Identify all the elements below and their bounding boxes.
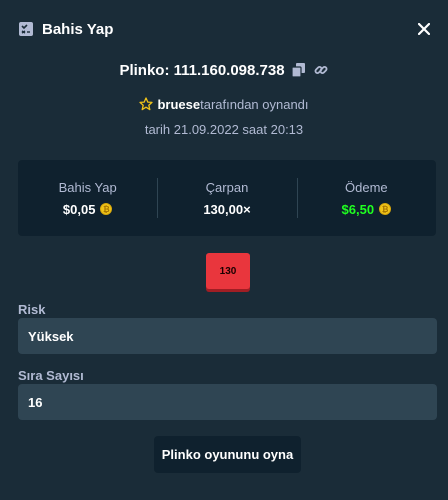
bet-label: Bahis Yap — [58, 179, 117, 195]
link-button[interactable] — [313, 62, 329, 78]
coin-icon: ₿ — [100, 203, 113, 215]
link-icon — [314, 66, 328, 74]
played-by-text: tarafından oynandı — [200, 96, 309, 112]
payout-value-row: $6,50 ₿ — [342, 202, 392, 217]
game-id-row: Plinko: 111.160.098.738 — [0, 58, 448, 82]
payout-label: Ödeme — [345, 179, 388, 195]
result-slot: 130 — [206, 253, 250, 289]
play-plinko-button[interactable]: Plinko oyununu oyna — [154, 436, 301, 473]
close-button[interactable] — [414, 19, 434, 39]
risk-label: Risk — [18, 302, 46, 317]
stat-bet: Bahis Yap $0,05 ₿ — [18, 160, 157, 236]
star-icon — [139, 97, 154, 111]
copy-icon — [292, 63, 306, 77]
modal-header: Bahis Yap — [0, 0, 448, 58]
rows-label: Sıra Sayısı — [18, 368, 84, 383]
bet-value-row: $0,05 ₿ — [63, 202, 113, 217]
multiplier-value: 130,00× — [203, 201, 251, 217]
stat-payout: Ödeme $6,50 ₿ — [296, 160, 436, 236]
game-id: Plinko: 111.160.098.738 — [119, 61, 285, 79]
close-icon — [418, 23, 430, 35]
coin-icon: ₿ — [379, 203, 392, 215]
bet-details-modal: Bahis Yap Plinko: 111.160.098.738 bruese… — [0, 0, 448, 500]
modal-title: Bahis Yap — [42, 20, 114, 38]
stat-multiplier: Çarpan 130,00× — [157, 160, 296, 236]
player-username[interactable]: bruese — [157, 97, 200, 112]
bet-value: $0,05 — [62, 201, 96, 217]
player-row: bruese tarafından oynandı — [0, 94, 448, 114]
bet-slip-icon — [18, 21, 34, 37]
risk-field: Yüksek — [18, 318, 437, 354]
bet-stats-panel: Bahis Yap $0,05 ₿ Çarpan 130,00× Ödeme $… — [18, 160, 436, 236]
bet-date: tarih 21.09.2022 saat 20:13 — [144, 122, 304, 137]
payout-value: $6,50 — [341, 201, 375, 217]
rows-field: 16 — [18, 384, 437, 420]
copy-button[interactable] — [291, 62, 307, 78]
multiplier-label: Çarpan — [205, 179, 249, 195]
